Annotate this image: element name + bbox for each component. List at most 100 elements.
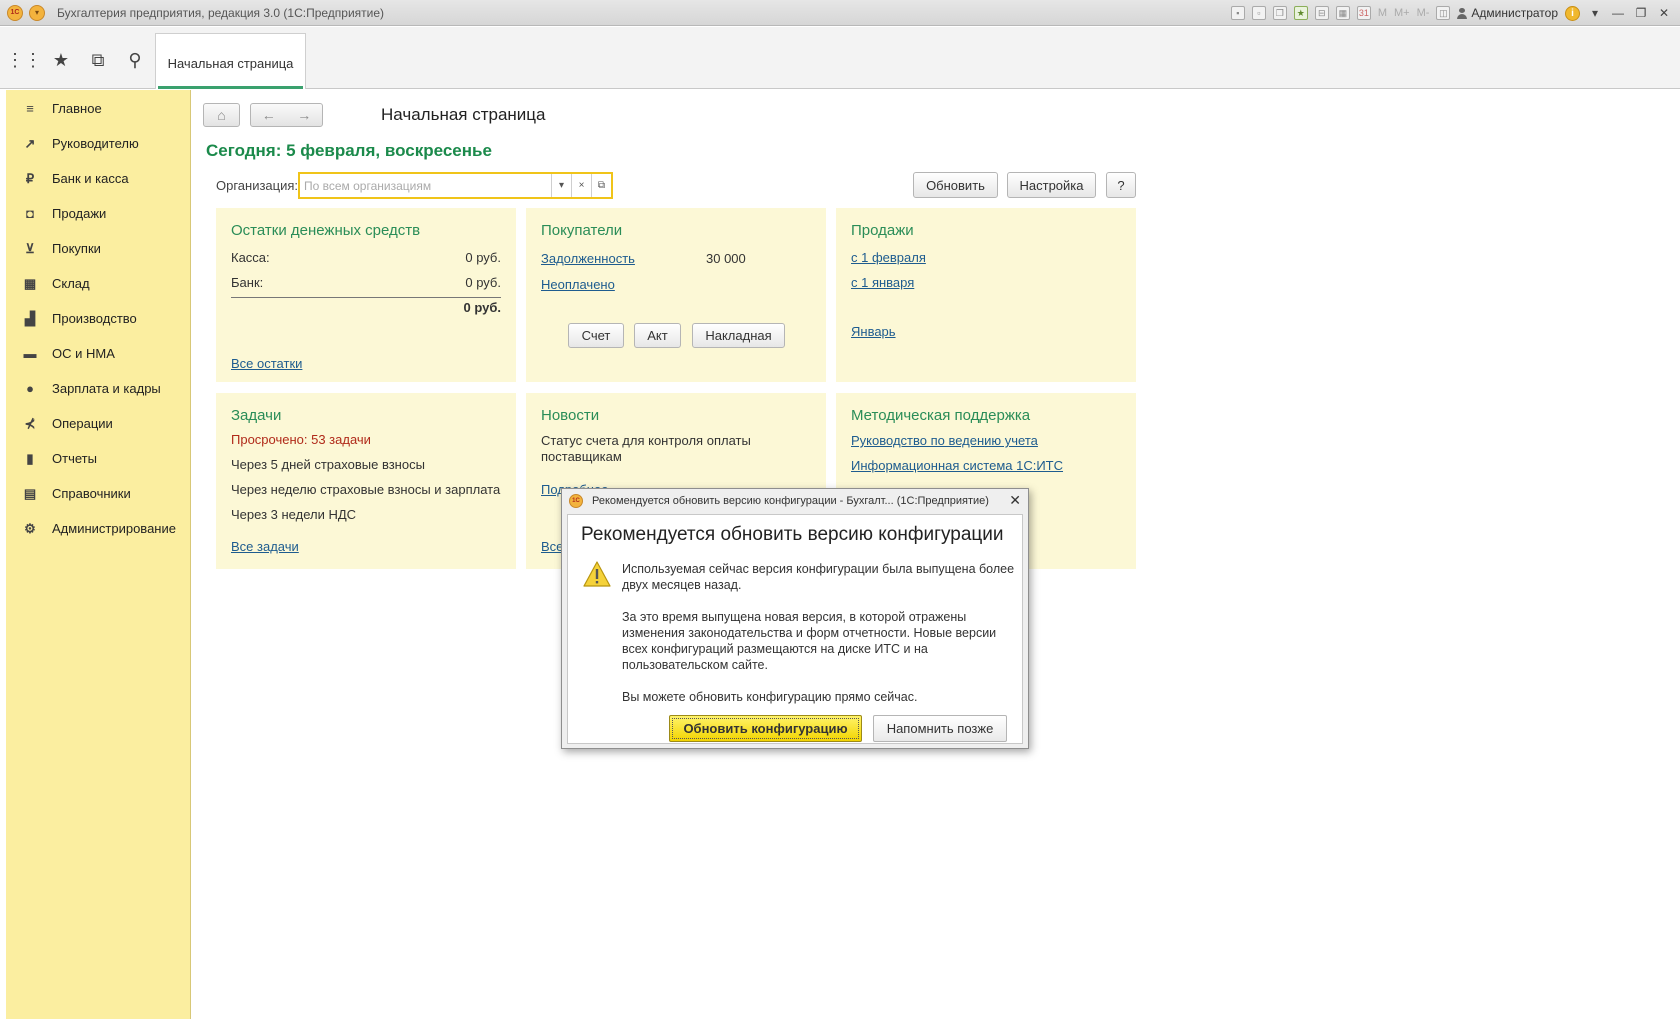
accounting-guide-link[interactable]: Руководство по ведению учета [851,433,1038,448]
forward-arrow-icon[interactable]: → [297,107,311,123]
task-item[interactable]: Через 3 недели НДС [231,507,356,522]
menu-lines-icon: ≡ [26,101,34,116]
since-feb-link[interactable]: с 1 февраля [851,250,926,265]
kassa-label: Касса: [231,250,270,265]
home-icon: ⌂ [217,107,226,123]
dialog-paragraph: Используемая сейчас версия конфигурации … [622,562,1015,592]
sidebar-item-sales[interactable]: ◘ Продажи [6,197,191,230]
buyers-panel: Покупатели Задолженность 30 000 Неоплаче… [526,208,826,382]
organization-input[interactable] [300,174,551,197]
sidebar-item-administration[interactable]: ⚙ Администрирование [6,512,191,545]
tab-home-page[interactable]: Начальная страница [155,33,306,89]
organization-field: ▾ × ⧉ [298,172,613,199]
sidebar-item-production[interactable]: ▟ Производство [6,302,191,335]
remind-later-button[interactable]: Напомнить позже [873,715,1007,742]
sidebar-item-operations[interactable]: ⊀ Операции [6,407,191,440]
sections-sidebar: ≡ Главное ↗ Руководителю ₽ Банк и касса … [6,90,191,1019]
memory-plus-button[interactable]: M+ [1394,7,1410,19]
overdue-tasks[interactable]: Просрочено: 53 задачи [231,432,371,447]
trend-icon: ↗ [24,135,36,151]
restore-icon[interactable]: ❐ [1633,6,1649,20]
dialog-title-bar[interactable]: 1С Рекомендуется обновить версию конфигу… [562,489,1028,513]
factory-icon: ▟ [25,310,35,326]
home-button[interactable]: ⌂ [203,103,240,127]
sidebar-item-label: Администрирование [52,521,176,536]
user-menu[interactable]: Администратор [1457,6,1558,20]
help-button[interactable]: ? [1106,172,1136,198]
sales-panel: Продажи с 1 февраля с 1 января Январь [836,208,1136,382]
sidebar-item-label: Банк и касса [52,171,129,186]
close-icon[interactable]: ✕ [1656,6,1672,20]
search-icon[interactable]: ⚲ [123,49,147,71]
sidebar-item-main[interactable]: ≡ Главное [6,92,191,125]
sidebar-item-fixed-assets[interactable]: ▬ ОС и НМА [6,337,191,370]
person-icon: ● [26,381,34,396]
print-icon[interactable]: ▫ [1251,6,1266,20]
bookmark-icon[interactable]: ⊟ [1314,6,1329,20]
debt-link[interactable]: Задолженность [541,251,635,266]
minimize-icon[interactable]: — [1610,6,1626,20]
favorites-add-icon[interactable]: ★ [1293,6,1308,20]
chevron-down-icon[interactable]: ▾ [551,174,571,197]
task-item[interactable]: Через неделю страховые взносы и зарплата [231,482,500,497]
sidebar-item-bank[interactable]: ₽ Банк и касса [6,162,191,195]
all-tasks-link[interactable]: Все задачи [231,539,299,554]
bank-label: Банк: [231,275,264,290]
all-balances-link[interactable]: Все остатки [231,356,302,371]
star-icon[interactable]: ★ [49,49,73,71]
calendar-icon[interactable]: 31 [1356,6,1371,20]
sidebar-item-reports[interactable]: ▮ Отчеты [6,442,191,475]
bank-value: 0 руб. [465,275,501,290]
waybill-button[interactable]: Накладная [692,323,785,348]
cash-balances-panel: Остатки денежных средств Касса: 0 руб. Б… [216,208,516,382]
copy-icon[interactable]: ❐ [1272,6,1287,20]
ruble-coin-icon: ₽ [25,170,35,186]
close-icon[interactable]: ✕ [1009,492,1021,509]
panel-title: Остатки денежных средств [231,222,421,239]
calculator-icon[interactable]: ▦ [1335,6,1350,20]
main-menu-icon[interactable]: ▾ [29,4,45,21]
open-icon[interactable]: ⧉ [591,174,611,197]
dialog-window-title: Рекомендуется обновить версию конфигурац… [592,495,989,507]
clear-icon[interactable]: × [571,174,591,197]
total-divider [231,297,501,298]
sidebar-item-purchases[interactable]: ⊻ Покупки [6,232,191,265]
back-arrow-icon[interactable]: ← [262,107,276,123]
sidebar-item-directories[interactable]: ▤ Справочники [6,477,191,510]
kassa-value: 0 руб. [465,250,501,265]
sidebar-item-label: Зарплата и кадры [52,381,161,396]
sidebar-item-label: Покупки [52,241,101,256]
history-icon[interactable]: ⧉ [86,49,110,71]
memory-minus-button[interactable]: M- [1417,7,1430,19]
unpaid-link[interactable]: Неоплачено [541,277,615,292]
sidebar-item-label: Руководителю [52,136,139,151]
news-text: Статус счета для контроля оплаты поставщ… [541,433,751,464]
app-logo-icon[interactable]: 1С [7,4,23,21]
sidebar-item-payroll[interactable]: ● Зарплата и кадры [6,372,191,405]
january-link[interactable]: Январь [851,324,896,339]
apps-grid-icon[interactable]: ⋮⋮ [6,49,42,71]
task-item[interactable]: Через 5 дней страховые взносы [231,457,425,472]
dialog-paragraph: Вы можете обновить конфигурацию прямо се… [622,690,918,704]
debt-value: 30 000 [706,251,746,266]
its-system-link[interactable]: Информационная система 1С:ИТС [851,458,1063,473]
since-jan-link[interactable]: с 1 января [851,275,914,290]
settings-button[interactable]: Настройка [1007,172,1096,198]
warning-icon [583,561,611,587]
save-icon[interactable]: ▪ [1230,6,1245,20]
sidebar-item-warehouse[interactable]: ▦ Склад [6,267,191,300]
panel-layout-icon[interactable]: ◫ [1436,6,1451,20]
tasks-panel: Задачи Просрочено: 53 задачи Через 5 дне… [216,393,516,569]
update-config-button[interactable]: Обновить конфигурацию [669,715,862,742]
memory-m-button[interactable]: M [1378,7,1387,19]
act-button[interactable]: Акт [634,323,681,348]
refresh-button[interactable]: Обновить [913,172,998,198]
chevron-down-icon[interactable]: ▾ [1587,6,1603,20]
sidebar-item-manager[interactable]: ↗ Руководителю [6,127,191,160]
sidebar-item-label: Отчеты [52,451,97,466]
sidebar-item-label: ОС и НМА [52,346,115,361]
invoice-button[interactable]: Счет [568,323,624,348]
sidebar-item-label: Главное [52,101,102,116]
update-config-dialog: 1С Рекомендуется обновить версию конфигу… [561,488,1029,749]
info-icon[interactable]: i [1565,5,1580,21]
